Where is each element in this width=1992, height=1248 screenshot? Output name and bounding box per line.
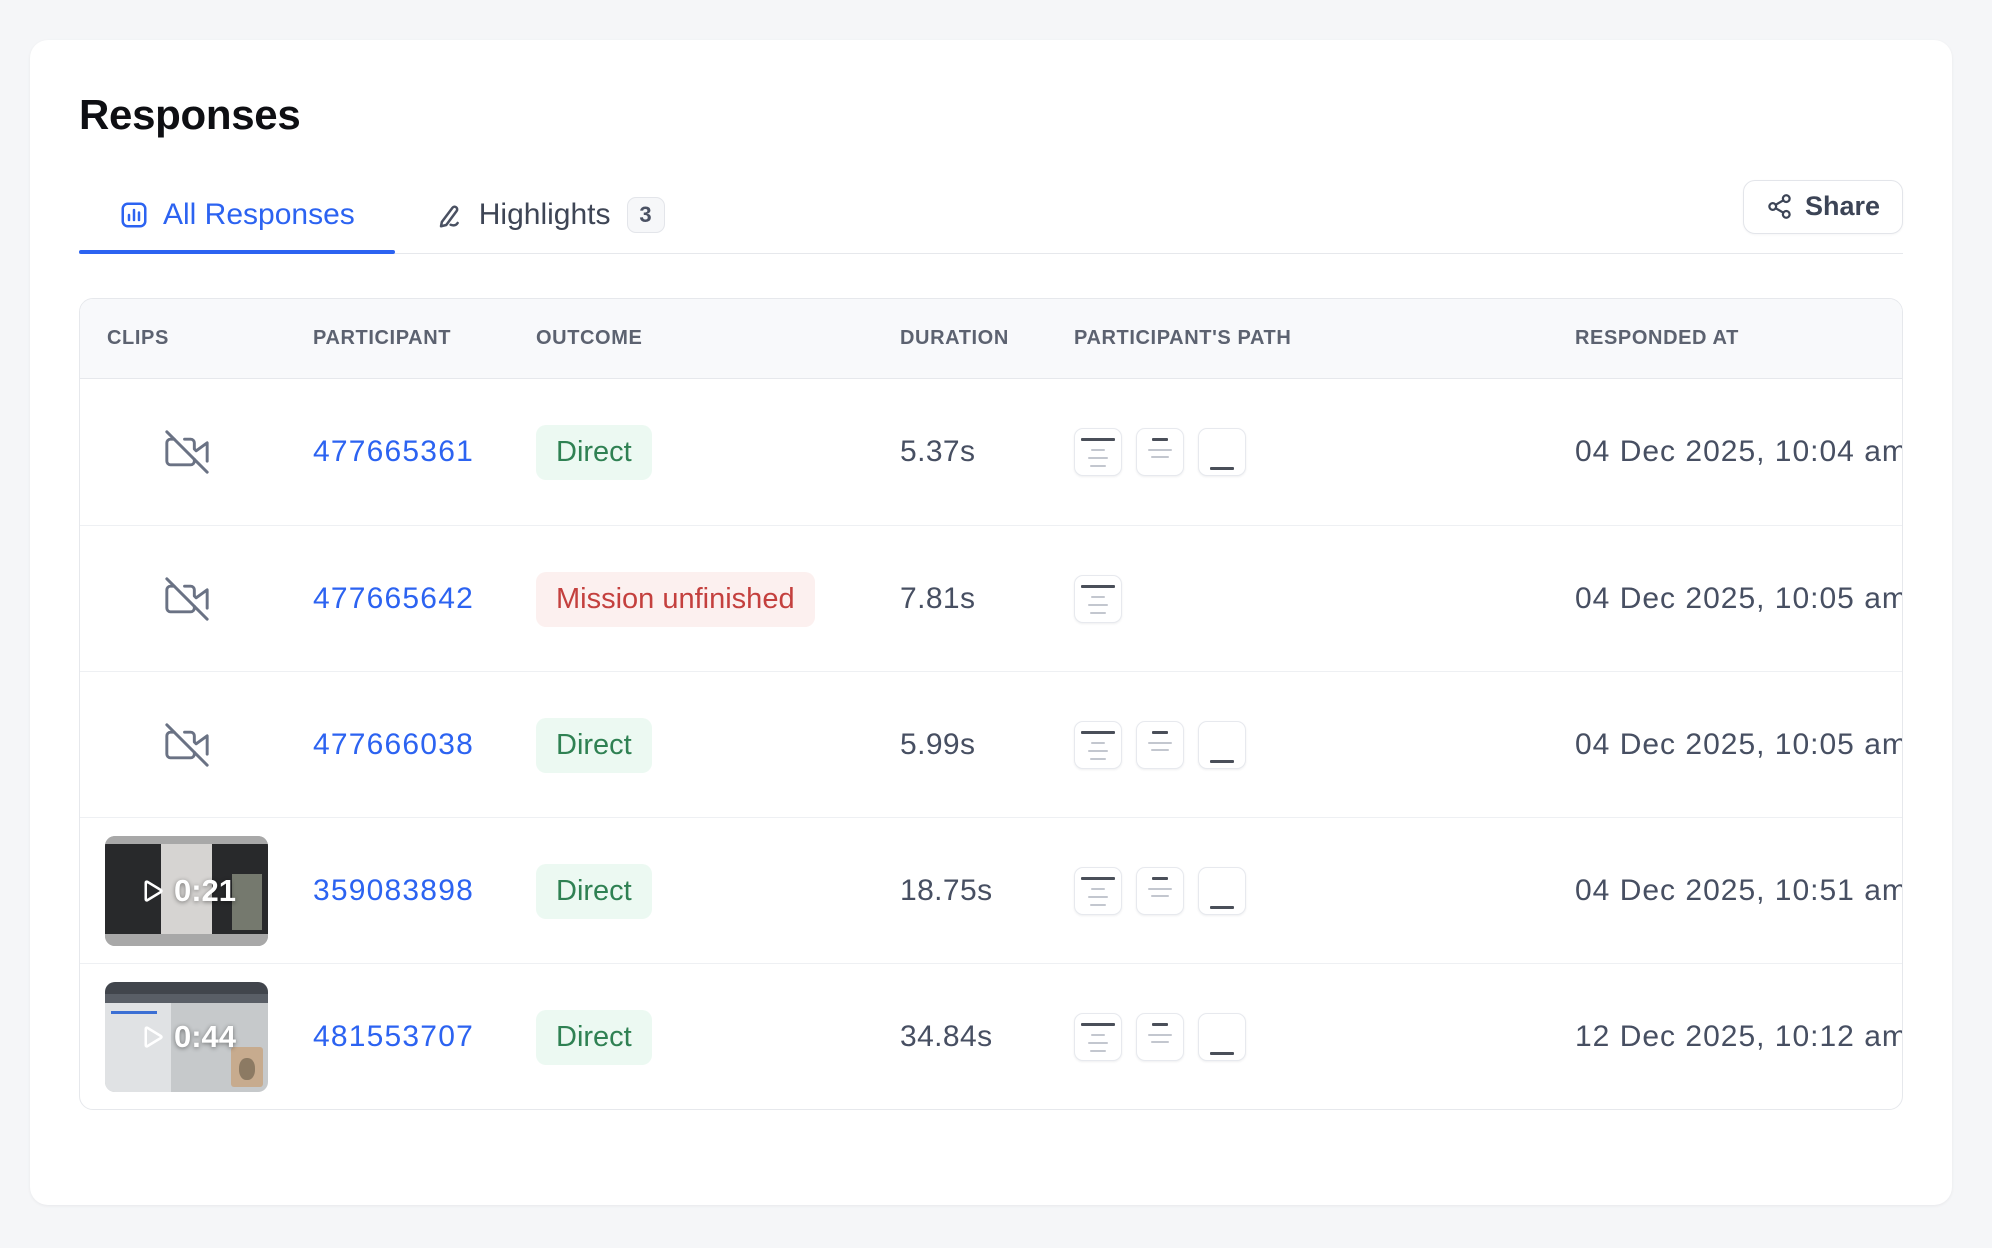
column-header-path: PARTICIPANT'S PATH [1074, 327, 1575, 350]
participant-path [1074, 575, 1575, 623]
column-header-outcome: OUTCOME [536, 327, 900, 350]
outcome-badge: Direct [536, 1010, 652, 1065]
outcome-cell: Direct [536, 864, 900, 919]
clips-cell: 0:21 [80, 836, 313, 946]
responded-at-cell: 04 Dec 2025, 10:04 am [1575, 379, 1903, 525]
participant-link[interactable]: 477666038 [313, 728, 474, 762]
participant-link[interactable]: 359083898 [313, 874, 474, 908]
no-clip-indicator [105, 577, 268, 621]
path-screen-thumbnail[interactable] [1074, 1013, 1122, 1061]
duration-value: 18.75s [900, 874, 1074, 908]
path-screen-thumbnail[interactable] [1074, 575, 1122, 623]
table-row: 0:44 481553707 Direct 34.84s 12 Dec 2025… [80, 963, 1902, 1109]
share-button-label: Share [1805, 191, 1880, 222]
table-row: 0:21 359083898 Direct 18.75s 04 Dec 2025… [80, 817, 1902, 963]
outcome-badge: Direct [536, 864, 652, 919]
column-header-clips: CLIPS [80, 327, 313, 350]
no-clip-indicator [105, 723, 268, 767]
responses-card: Responses All Responses Highlights 3 Sha… [30, 40, 1952, 1205]
path-screen-thumbnail[interactable] [1074, 721, 1122, 769]
clips-cell [80, 723, 313, 767]
outcome-badge: Direct [536, 425, 652, 480]
bar-chart-icon [119, 200, 149, 230]
participant-link[interactable]: 481553707 [313, 1020, 474, 1054]
clip-duration: 0:44 [174, 1019, 236, 1055]
play-icon [137, 876, 167, 906]
responded-at-cell: 04 Dec 2025, 10:05 am [1575, 672, 1903, 818]
participant-cell: 477665642 [313, 582, 536, 616]
outcome-cell: Direct [536, 718, 900, 773]
path-screen-thumbnail[interactable] [1198, 1013, 1246, 1061]
responses-table: CLIPS PARTICIPANT OUTCOME DURATION PARTI… [79, 298, 1903, 1110]
participant-path [1074, 428, 1575, 476]
path-screen-thumbnail[interactable] [1198, 867, 1246, 915]
outcome-cell: Direct [536, 425, 900, 480]
column-header-duration: DURATION [900, 327, 1074, 350]
no-clip-indicator [105, 430, 268, 474]
outcome-cell: Mission unfinished [536, 572, 900, 627]
path-screen-thumbnail[interactable] [1136, 867, 1184, 915]
share-icon [1766, 193, 1793, 220]
participant-path [1074, 721, 1575, 769]
highlights-count-badge: 3 [627, 197, 665, 233]
video-off-icon [165, 430, 209, 474]
responded-at-value: 04 Dec 2025, 10:04 am [1575, 379, 1903, 525]
responded-at-value: 04 Dec 2025, 10:05 am [1575, 672, 1903, 818]
participant-cell: 477666038 [313, 728, 536, 762]
video-off-icon [165, 723, 209, 767]
clips-cell [80, 430, 313, 474]
responded-at-cell: 04 Dec 2025, 10:51 am [1575, 818, 1903, 964]
outcome-cell: Direct [536, 1010, 900, 1065]
outcome-badge: Direct [536, 718, 652, 773]
table-body: 477665361 Direct 5.37s 04 Dec 2025, 10:0… [80, 379, 1902, 1109]
column-header-responded-at: RESPONDED AT [1575, 327, 1903, 350]
duration-value: 5.37s [900, 435, 1074, 469]
duration-value: 5.99s [900, 728, 1074, 762]
table-row: 477665642 Mission unfinished 7.81s 04 De… [80, 525, 1902, 671]
tab-highlights-label: Highlights [479, 198, 611, 232]
path-screen-thumbnail[interactable] [1136, 1013, 1184, 1061]
duration-value: 7.81s [900, 582, 1074, 616]
highlighter-icon [435, 200, 465, 230]
share-button[interactable]: Share [1743, 180, 1903, 234]
table-row: 477665361 Direct 5.37s 04 Dec 2025, 10:0… [80, 379, 1902, 525]
participant-cell: 481553707 [313, 1020, 536, 1054]
video-off-icon [165, 577, 209, 621]
responded-at-cell: 12 Dec 2025, 10:12 am [1575, 964, 1903, 1110]
clips-cell [80, 577, 313, 621]
tab-highlights[interactable]: Highlights 3 [395, 176, 705, 253]
tabs-bar: All Responses Highlights 3 Share [79, 176, 1903, 254]
path-screen-thumbnail[interactable] [1074, 867, 1122, 915]
responded-at-value: 04 Dec 2025, 10:05 am [1575, 526, 1903, 672]
duration-value: 34.84s [900, 1020, 1074, 1054]
path-screen-thumbnail[interactable] [1136, 428, 1184, 476]
outcome-badge: Mission unfinished [536, 572, 815, 627]
tab-all-responses-label: All Responses [163, 198, 355, 232]
path-screen-thumbnail[interactable] [1198, 428, 1246, 476]
participant-cell: 359083898 [313, 874, 536, 908]
responded-at-value: 12 Dec 2025, 10:12 am [1575, 964, 1903, 1110]
participant-cell: 477665361 [313, 435, 536, 469]
page-title: Responses [79, 40, 1903, 140]
play-icon [137, 1022, 167, 1052]
clips-cell: 0:44 [80, 982, 313, 1092]
participant-link[interactable]: 477665642 [313, 582, 474, 616]
clip-thumbnail[interactable]: 0:21 [105, 836, 268, 946]
responded-at-value: 04 Dec 2025, 10:51 am [1575, 818, 1903, 964]
responded-at-cell: 04 Dec 2025, 10:05 am [1575, 526, 1903, 672]
participant-path [1074, 867, 1575, 915]
path-screen-thumbnail[interactable] [1198, 721, 1246, 769]
table-row: 477666038 Direct 5.99s 04 Dec 2025, 10:0… [80, 671, 1902, 817]
table-header-row: CLIPS PARTICIPANT OUTCOME DURATION PARTI… [80, 299, 1902, 379]
path-screen-thumbnail[interactable] [1136, 721, 1184, 769]
clip-duration: 0:21 [174, 873, 236, 909]
clip-thumbnail[interactable]: 0:44 [105, 982, 268, 1092]
participant-link[interactable]: 477665361 [313, 435, 474, 469]
path-screen-thumbnail[interactable] [1074, 428, 1122, 476]
tab-all-responses[interactable]: All Responses [79, 176, 395, 253]
column-header-participant: PARTICIPANT [313, 327, 536, 350]
participant-path [1074, 1013, 1575, 1061]
